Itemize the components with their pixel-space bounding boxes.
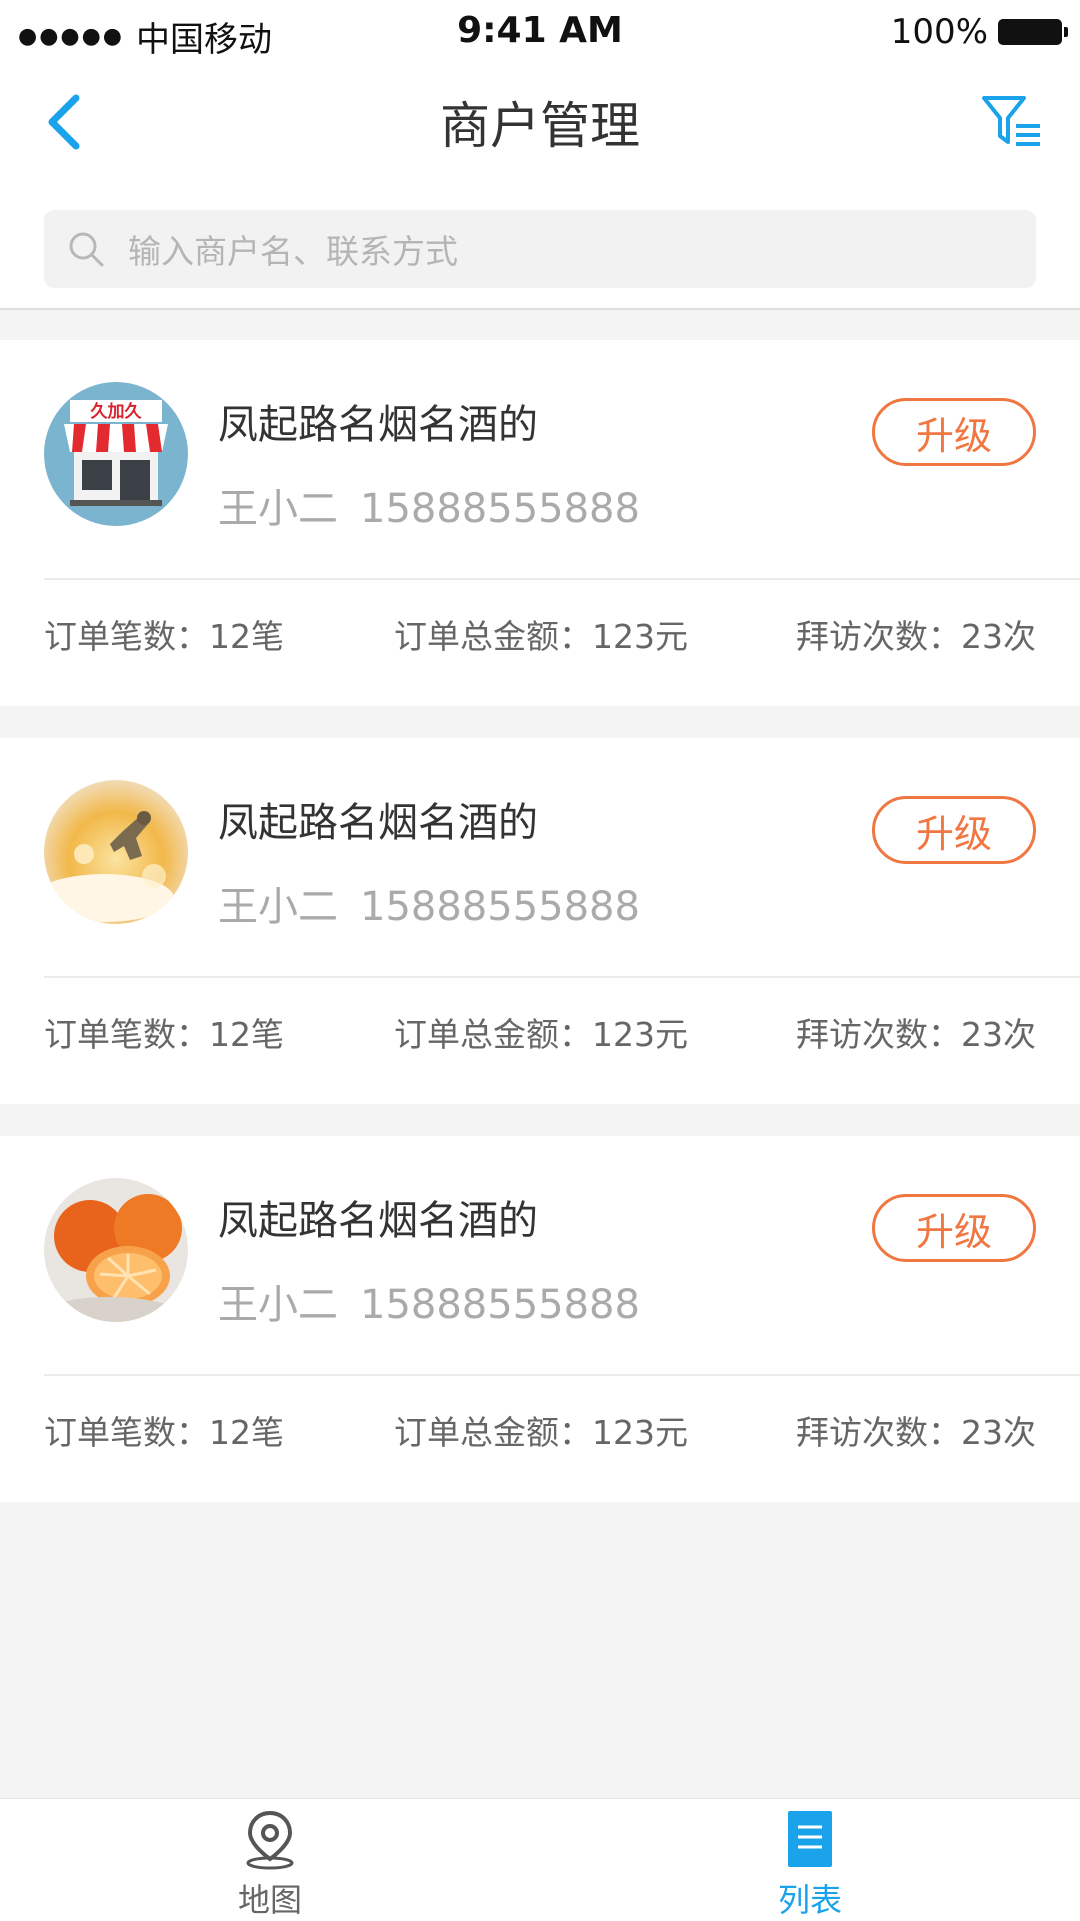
map-pin-icon bbox=[246, 1810, 294, 1870]
merchant-stats: 订单笔数：12笔 订单总金额：123元 拜访次数：23次 bbox=[44, 610, 1036, 660]
tab-list[interactable]: 列表 bbox=[710, 1807, 910, 1921]
visit-count: 拜访次数：23次 bbox=[796, 1015, 1036, 1054]
search-input[interactable]: 输入商户名、联系方式 bbox=[44, 210, 1036, 288]
merchant-name: 凤起路名烟名酒的 bbox=[218, 800, 538, 846]
contact-name: 王小二 bbox=[218, 486, 338, 532]
contact-phone: 15888555888 bbox=[360, 486, 640, 532]
merchant-stats: 订单笔数：12笔 订单总金额：123元 拜访次数：23次 bbox=[44, 1406, 1036, 1456]
search-icon bbox=[69, 232, 104, 267]
divider bbox=[44, 578, 1080, 580]
avatar bbox=[44, 780, 188, 924]
battery-info: 100% bbox=[890, 12, 1068, 52]
upgrade-button[interactable]: 升级 bbox=[872, 1194, 1036, 1262]
merchant-card[interactable]: 久加久 凤起路名烟名酒的 王小二 15888555888 升级 订单笔数：12笔 … bbox=[0, 340, 1080, 706]
visit-count: 拜访次数：23次 bbox=[796, 617, 1036, 656]
battery-percent: 100% bbox=[890, 12, 988, 52]
tab-list-label: 列表 bbox=[777, 1881, 842, 1919]
storefront-icon: 久加久 bbox=[44, 382, 188, 526]
search-placeholder: 输入商户名、联系方式 bbox=[128, 232, 458, 271]
contact-phone: 15888555888 bbox=[360, 884, 640, 930]
order-amount: 订单总金额：123元 bbox=[394, 1413, 688, 1452]
order-amount: 订单总金额：123元 bbox=[394, 617, 688, 656]
splash-image-icon bbox=[44, 780, 188, 924]
tab-map-label: 地图 bbox=[237, 1881, 302, 1919]
merchant-contact: 王小二 15888555888 bbox=[218, 874, 640, 932]
divider bbox=[44, 1374, 1080, 1376]
status-bar: ●●●●● 中国移动 9:41 AM 100% bbox=[0, 0, 1080, 62]
visit-count: 拜访次数：23次 bbox=[796, 1413, 1036, 1452]
oranges-image-icon bbox=[44, 1178, 188, 1322]
upgrade-button[interactable]: 升级 bbox=[872, 796, 1036, 864]
merchant-stats: 订单笔数：12笔 订单总金额：123元 拜访次数：23次 bbox=[44, 1008, 1036, 1058]
battery-icon bbox=[998, 19, 1068, 45]
merchant-card[interactable]: 凤起路名烟名酒的 王小二 15888555888 升级 订单笔数：12笔 订单总金… bbox=[0, 1136, 1080, 1502]
contact-phone: 15888555888 bbox=[360, 1282, 640, 1328]
avatar: 久加久 bbox=[44, 382, 188, 526]
page-title: 商户管理 bbox=[440, 97, 640, 155]
merchant-card[interactable]: 凤起路名烟名酒的 王小二 15888555888 升级 订单笔数：12笔 订单总金… bbox=[0, 738, 1080, 1104]
order-amount: 订单总金额：123元 bbox=[394, 1015, 688, 1054]
contact-name: 王小二 bbox=[218, 884, 338, 930]
avatar bbox=[44, 1178, 188, 1322]
order-count: 订单笔数：12笔 bbox=[44, 617, 284, 656]
store-sign: 久加久 bbox=[91, 401, 142, 422]
merchant-name: 凤起路名烟名酒的 bbox=[218, 402, 538, 448]
contact-name: 王小二 bbox=[218, 1282, 338, 1328]
merchant-name: 凤起路名烟名酒的 bbox=[218, 1198, 538, 1244]
order-count: 订单笔数：12笔 bbox=[44, 1015, 284, 1054]
filter-icon[interactable] bbox=[980, 92, 1046, 152]
merchant-contact: 王小二 15888555888 bbox=[218, 1272, 640, 1330]
divider bbox=[44, 976, 1080, 978]
search-bar-container: 输入商户名、联系方式 bbox=[0, 182, 1080, 310]
upgrade-button[interactable]: 升级 bbox=[872, 398, 1036, 466]
tab-map[interactable]: 地图 bbox=[170, 1807, 370, 1921]
merchant-contact: 王小二 15888555888 bbox=[218, 476, 640, 534]
nav-bar: 商户管理 bbox=[0, 62, 1080, 182]
tab-bar: 地图 列表 bbox=[0, 1798, 1080, 1921]
list-icon bbox=[788, 1811, 832, 1867]
order-count: 订单笔数：12笔 bbox=[44, 1413, 284, 1452]
